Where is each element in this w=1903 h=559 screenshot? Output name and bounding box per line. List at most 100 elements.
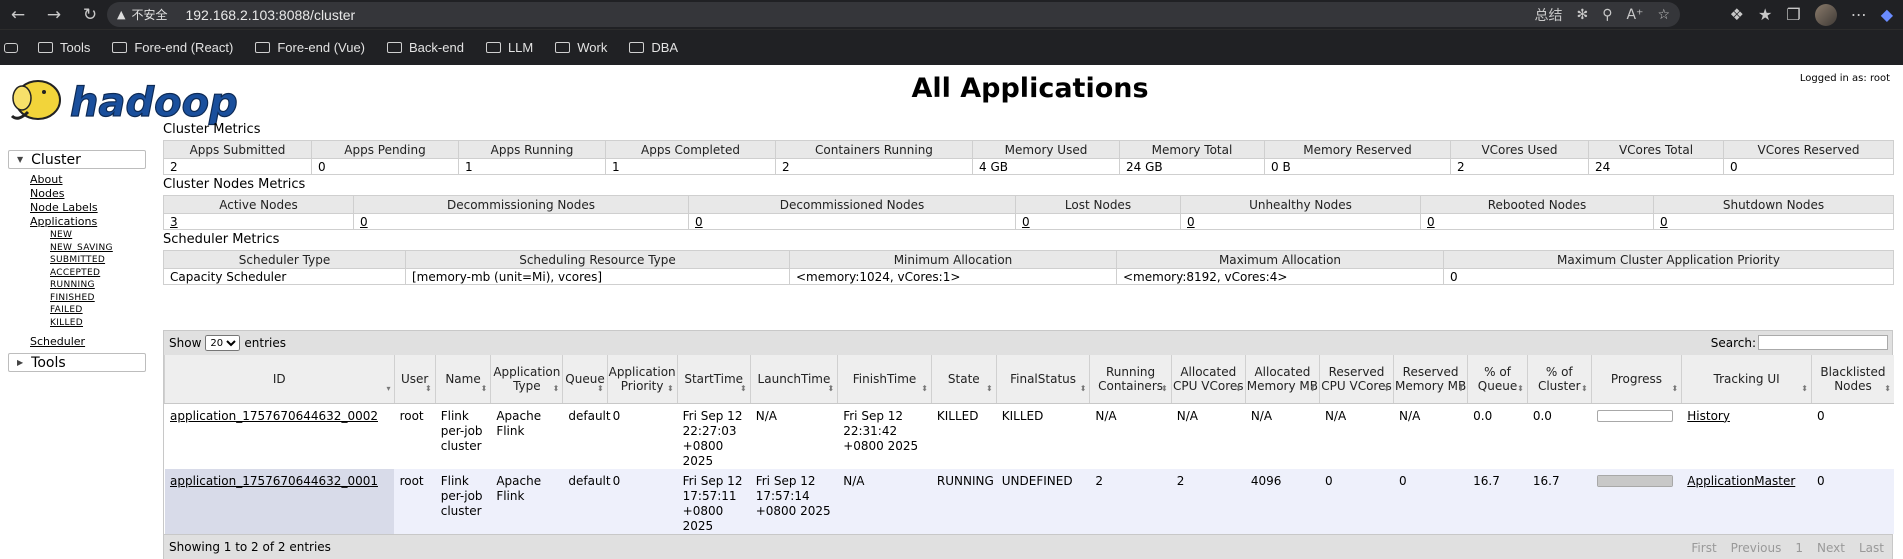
column-header[interactable]: Reserved CPU VCores ⬍: [1318, 355, 1394, 404]
metric-value: 2: [775, 158, 973, 175]
extensions-icon[interactable]: ❖: [1730, 5, 1744, 24]
cell-user: root: [394, 403, 436, 469]
state-link-submitted[interactable]: SUBMITTED: [50, 254, 146, 267]
column-header[interactable]: StartTime ⬍: [676, 355, 751, 404]
zoom-icon[interactable]: ⚲: [1602, 7, 1612, 23]
column-header[interactable]: % of Cluster ⬍: [1526, 355, 1592, 404]
column-header[interactable]: State ⬍: [930, 355, 997, 404]
triangle-down-icon: ▼: [17, 155, 24, 164]
search-input[interactable]: [1758, 335, 1888, 350]
shutdown-nodes-link[interactable]: 0: [1660, 215, 1668, 229]
state-link-running[interactable]: RUNNING: [50, 279, 146, 292]
application-id-link[interactable]: application_1757670644632_0002: [170, 409, 378, 423]
active-nodes-link[interactable]: 3: [170, 215, 178, 229]
bookmark-llm[interactable]: LLM: [485, 40, 533, 55]
cell-finish: N/A: [837, 468, 932, 534]
state-link-killed[interactable]: KILLED: [50, 317, 146, 330]
back-icon[interactable]: ←: [0, 0, 36, 29]
state-link-finished[interactable]: FINISHED: [50, 292, 146, 305]
column-header[interactable]: Application Priority ⬍: [606, 355, 678, 404]
sort-icon: ⬍: [740, 383, 747, 393]
read-aloud-icon[interactable]: A⁺: [1626, 7, 1643, 23]
column-header[interactable]: Running Containers ⬍: [1089, 355, 1172, 404]
summary-label[interactable]: 总结: [1534, 5, 1562, 25]
state-link-accepted[interactable]: ACCEPTED: [50, 267, 146, 280]
application-id-link[interactable]: application_1757670644632_0001: [170, 474, 378, 488]
tab-actions-icon[interactable]: [4, 42, 18, 53]
reload-icon[interactable]: ↻: [72, 0, 108, 29]
bookmark-react[interactable]: Fore-end (React): [112, 40, 233, 55]
column-header[interactable]: Blacklisted Nodes ⬍: [1810, 355, 1894, 404]
bookmark-vue[interactable]: Fore-end (Vue): [255, 40, 365, 55]
column-header[interactable]: FinalStatus ⬍: [995, 355, 1090, 404]
metric-value: [memory-mb (unit=Mi), vcores]: [405, 268, 790, 285]
sidebar-link-about[interactable]: About: [30, 173, 146, 187]
tracking-ui-link[interactable]: ApplicationMaster: [1687, 474, 1795, 488]
cell-progress: [1591, 403, 1682, 469]
bookmark-backend[interactable]: Back-end: [387, 40, 464, 55]
cell-priority: 0: [607, 403, 678, 469]
column-header[interactable]: % of Queue ⬍: [1467, 355, 1528, 404]
cell-pct-queue: 16.7: [1467, 468, 1528, 534]
column-header[interactable]: FinishTime ⬍: [837, 355, 932, 404]
favorites-icon[interactable]: ★: [1758, 5, 1772, 24]
pager-last[interactable]: Last: [1859, 541, 1884, 555]
address-bar[interactable]: ▲ 不安全 192.168.2.103:8088/cluster 总结 ✻ ⚲ …: [107, 2, 1680, 27]
cell-pct-queue: 0.0: [1467, 403, 1528, 469]
cell-id: application_1757670644632_0001: [164, 468, 395, 534]
sidebar-link-scheduler[interactable]: Scheduler: [30, 335, 146, 349]
forward-icon[interactable]: →: [36, 0, 72, 29]
column-header[interactable]: Name ⬍: [434, 355, 491, 404]
unhealthy-nodes-link[interactable]: 0: [1187, 215, 1195, 229]
copilot-icon[interactable]: ✻: [1576, 7, 1588, 23]
sidebar-tools-header[interactable]: ▶ Tools: [8, 353, 146, 372]
metric-header: Rebooted Nodes: [1420, 195, 1654, 214]
profile-avatar[interactable]: [1814, 3, 1837, 26]
decommissioned-nodes-link[interactable]: 0: [695, 215, 703, 229]
entries-select[interactable]: 20: [205, 335, 241, 351]
decommissioning-nodes-link[interactable]: 0: [360, 215, 368, 229]
column-header[interactable]: Application Type ⬍: [490, 355, 563, 404]
state-link-new[interactable]: NEW: [50, 229, 146, 242]
column-header[interactable]: Allocated CPU VCores ⬍: [1170, 355, 1246, 404]
progress-bar: [1596, 474, 1673, 487]
url-text[interactable]: 192.168.2.103:8088/cluster: [185, 7, 355, 23]
sidebar-link-nodes[interactable]: Nodes: [30, 187, 146, 201]
pager-first[interactable]: First: [1691, 541, 1716, 555]
more-menu-icon[interactable]: ⋯: [1851, 5, 1867, 24]
column-header[interactable]: LaunchTime ⬍: [749, 355, 838, 404]
tracking-ui-link[interactable]: History: [1687, 409, 1730, 423]
column-header[interactable]: Tracking UI ⬍: [1681, 355, 1812, 404]
lost-nodes-link[interactable]: 0: [1022, 215, 1030, 229]
column-header[interactable]: Allocated Memory MB ⬍: [1244, 355, 1320, 404]
metric-header: Scheduling Resource Type: [405, 250, 790, 269]
sidebar-link-applications[interactable]: Applications: [30, 215, 146, 229]
column-header[interactable]: User ⬍: [393, 355, 436, 404]
favorite-star-icon[interactable]: ☆: [1657, 7, 1670, 23]
bookmark-tools[interactable]: Tools: [38, 40, 90, 55]
state-link-new-saving[interactable]: NEW_SAVING: [50, 242, 146, 255]
pager-page-1[interactable]: 1: [1795, 541, 1803, 555]
pager-next[interactable]: Next: [1817, 541, 1845, 555]
column-header[interactable]: Queue ⬍: [562, 355, 608, 404]
state-link-failed[interactable]: FAILED: [50, 304, 146, 317]
bookmark-dba[interactable]: DBA: [629, 40, 678, 55]
table-row: application_1757670644632_0002 root Flink …: [164, 403, 1894, 469]
metric-value: 0: [311, 158, 459, 175]
pager-previous[interactable]: Previous: [1731, 541, 1782, 555]
bookmarks-bar: Tools Fore-end (React) Fore-end (Vue) Ba…: [0, 29, 1903, 65]
collections-icon[interactable]: ❐: [1786, 5, 1800, 24]
sidebar-cluster-header[interactable]: ▼ Cluster: [8, 150, 146, 169]
edge-copilot-icon[interactable]: ◆: [1881, 5, 1893, 24]
metric-header: VCores Reserved: [1723, 140, 1894, 159]
rebooted-nodes-link[interactable]: 0: [1427, 215, 1435, 229]
column-header[interactable]: ID ▾: [164, 355, 395, 404]
cell-running-containers: 2: [1089, 468, 1172, 534]
folder-icon: [485, 42, 501, 53]
sidebar-link-node-labels[interactable]: Node Labels: [30, 201, 146, 215]
sort-icon: ⬍: [1580, 383, 1588, 393]
column-header[interactable]: Reserved Memory MB ⬍: [1393, 355, 1468, 404]
bookmark-work[interactable]: Work: [555, 40, 607, 55]
column-header[interactable]: Progress ⬍: [1590, 355, 1682, 404]
scheduler-metrics-title: Scheduler Metrics: [163, 232, 280, 247]
